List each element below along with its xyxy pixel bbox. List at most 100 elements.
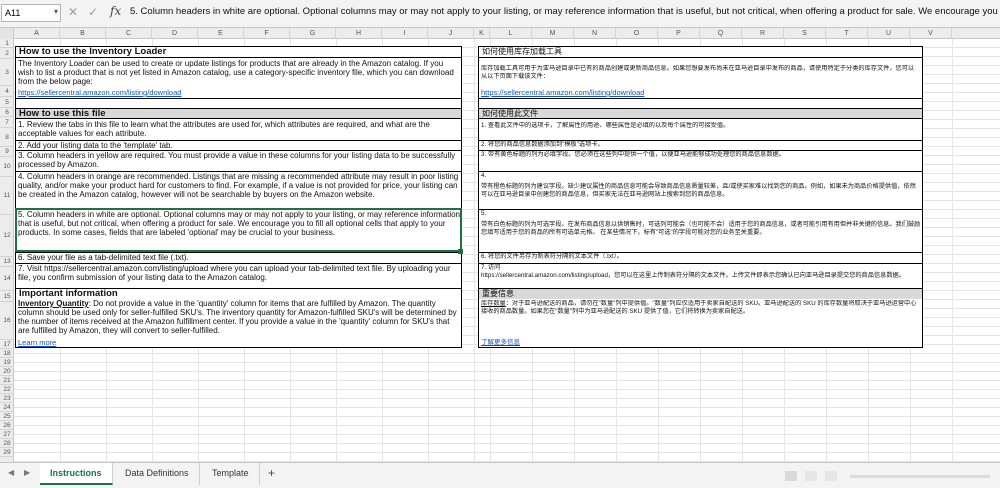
column-header[interactable]: E <box>198 28 244 39</box>
english-step-3: 3. Column headers in yellow are required… <box>16 150 461 170</box>
chinese-step-4-number: 4. <box>481 172 487 179</box>
column-header[interactable]: R <box>742 28 784 39</box>
column-header[interactable]: L <box>490 28 532 39</box>
row-header[interactable]: 29 <box>0 448 14 457</box>
select-all-corner[interactable] <box>0 28 14 39</box>
row-header[interactable]: 28 <box>0 439 14 448</box>
english-step-1: 1. Review the tabs in this file to learn… <box>18 120 430 138</box>
row-header[interactable]: 12 <box>0 215 14 257</box>
english-intro: The Inventory Loader can be used to crea… <box>18 59 454 86</box>
column-header[interactable]: H <box>336 28 382 39</box>
inventory-quantity-label: Inventory Quantity <box>18 299 89 308</box>
chinese-inventory-label: 库存数量 <box>481 300 506 307</box>
row-header[interactable]: 13 <box>0 257 14 267</box>
row-header[interactable]: 5 <box>0 97 14 108</box>
divider <box>479 98 922 99</box>
chinese-intro: 库存加载工具可用于为亚马逊目录中已有的商品创建或更新商品信息。如果您想要发布尚未… <box>481 65 915 80</box>
column-header[interactable]: B <box>60 28 106 39</box>
column-header[interactable]: G <box>290 28 336 39</box>
tab-instructions[interactable]: Instructions <box>40 463 113 485</box>
row-header[interactable]: 25 <box>0 412 14 421</box>
view-page-break-icon[interactable] <box>825 471 837 481</box>
english-step-6: 6. Save your file as a tab-delimited tex… <box>16 252 461 262</box>
column-header[interactable]: S <box>784 28 826 39</box>
chinese-title-1: 如何使用库存加载工具 <box>479 47 922 58</box>
chinese-step-7-text: https://sellercentral.amazon.com/listing… <box>481 272 905 279</box>
view-page-layout-icon[interactable] <box>805 471 817 481</box>
fill-handle[interactable] <box>458 249 463 254</box>
row-header[interactable]: 7 <box>0 117 14 128</box>
row-header[interactable]: 9 <box>0 147 14 157</box>
row-header[interactable]: 24 <box>0 403 14 412</box>
view-normal-icon[interactable] <box>785 471 797 481</box>
name-box[interactable]: A11 ▾ <box>1 4 61 22</box>
row-header[interactable]: 11 <box>0 177 14 215</box>
grid-line <box>474 39 475 462</box>
english-title-1: How to use the Inventory Loader <box>16 47 461 58</box>
tab-data-definitions[interactable]: Data Definitions <box>115 463 200 485</box>
chinese-step-7-lead: 7. 访问 <box>481 264 501 271</box>
zoom-slider[interactable] <box>850 475 990 478</box>
column-header[interactable]: U <box>868 28 910 39</box>
row-header[interactable]: 4 <box>0 86 14 97</box>
learn-more-link[interactable]: Learn more <box>18 338 118 347</box>
selected-cell[interactable] <box>15 208 462 252</box>
row-header[interactable]: 3 <box>0 59 14 86</box>
column-header[interactable]: T <box>826 28 868 39</box>
row-header[interactable]: 26 <box>0 421 14 430</box>
chinese-step-4: 4. 带有橙色标题的列为建议字段。缺少建议属性的商品信息可能会导致商品信息质量较… <box>479 171 922 208</box>
row-header[interactable]: 6 <box>0 108 14 117</box>
chinese-step-5-text: 带有白色标题的列为可选字段。在发布商品信息以供销售时，可选列可能会（也可能不会）… <box>481 221 921 236</box>
row-header[interactable]: 10 <box>0 157 14 177</box>
cancel-icon[interactable]: ✕ <box>68 5 78 19</box>
chinese-step-1: 1. 查看此文件中的选项卡，了解属性的用途、哪些属性是必填的以及每个属性的可接受… <box>481 122 730 129</box>
column-header[interactable]: V <box>910 28 952 39</box>
function-icon[interactable]: fx <box>110 4 121 18</box>
row-header[interactable]: 16 <box>0 302 14 340</box>
column-header[interactable]: D <box>152 28 198 39</box>
column-header[interactable]: F <box>244 28 290 39</box>
row-header[interactable]: 27 <box>0 430 14 439</box>
english-step-4: 4. Column headers in orange are recommen… <box>16 171 461 208</box>
row-header[interactable]: 19 <box>0 358 14 367</box>
row-header[interactable]: 8 <box>0 128 14 147</box>
prev-sheet-icon[interactable]: ◀ <box>8 468 14 477</box>
column-header[interactable]: O <box>616 28 658 39</box>
sheet-tab-bar: ◀ ▶ Instructions Data Definitions Templa… <box>0 462 1000 488</box>
column-header[interactable]: K <box>474 28 490 39</box>
row-header[interactable]: 2 <box>0 48 14 59</box>
chinese-download-link[interactable]: https://sellercentral.amazon.com/listing… <box>481 88 781 97</box>
column-header[interactable]: N <box>574 28 616 39</box>
column-header[interactable]: A <box>14 28 60 39</box>
row-header[interactable]: 22 <box>0 385 14 394</box>
next-sheet-icon[interactable]: ▶ <box>24 468 30 477</box>
row-header[interactable]: 18 <box>0 349 14 358</box>
column-header[interactable]: M <box>532 28 574 39</box>
add-sheet-icon[interactable]: + <box>268 466 275 480</box>
row-header[interactable]: 14 <box>0 267 14 291</box>
column-header[interactable]: Q <box>700 28 742 39</box>
row-headers: 1 2 3 4 5 6 7 8 9 10 11 12 13 14 15 16 17 18 19 20 21 22 23 24 2… <box>0 39 14 462</box>
tab-template[interactable]: Template <box>202 463 260 485</box>
row-header[interactable]: 20 <box>0 367 14 376</box>
row-header[interactable]: 15 <box>0 291 14 302</box>
chinese-step-4-text: 带有橙色标题的列为建议字段。缺少建议属性的商品信息可能会导致商品信息质量较差，且… <box>481 183 916 198</box>
chinese-step-5-number: 5. <box>481 210 487 217</box>
inventory-quantity-note: Inventory Quantity: Do not provide a val… <box>18 299 459 337</box>
row-header[interactable]: 17 <box>0 340 14 349</box>
english-step-2: 2. Add your listing data to the 'templat… <box>16 140 461 150</box>
confirm-icon[interactable]: ✓ <box>88 5 98 19</box>
column-header[interactable]: P <box>658 28 700 39</box>
column-header[interactable]: J <box>428 28 474 39</box>
column-header[interactable]: I <box>382 28 428 39</box>
chevron-down-icon[interactable]: ▾ <box>54 7 58 16</box>
row-header[interactable]: 1 <box>0 39 14 48</box>
formula-input[interactable]: 5. Column headers in white are optional.… <box>130 6 998 17</box>
row-header[interactable]: 21 <box>0 376 14 385</box>
chinese-inventory-text: ：对于亚马逊配送的商品，请勿在"数量"列中提供值。"数量"列应仅适用于卖家自配送… <box>481 300 917 315</box>
column-header[interactable]: C <box>106 28 152 39</box>
download-link[interactable]: https://sellercentral.amazon.com/listing… <box>18 88 318 97</box>
chinese-learn-more-link[interactable]: 了解更多信息 <box>481 338 581 347</box>
row-header[interactable]: 23 <box>0 394 14 403</box>
formula-bar: A11 ▾ ✕ ✓ fx 5. Column headers in white … <box>0 0 1000 28</box>
